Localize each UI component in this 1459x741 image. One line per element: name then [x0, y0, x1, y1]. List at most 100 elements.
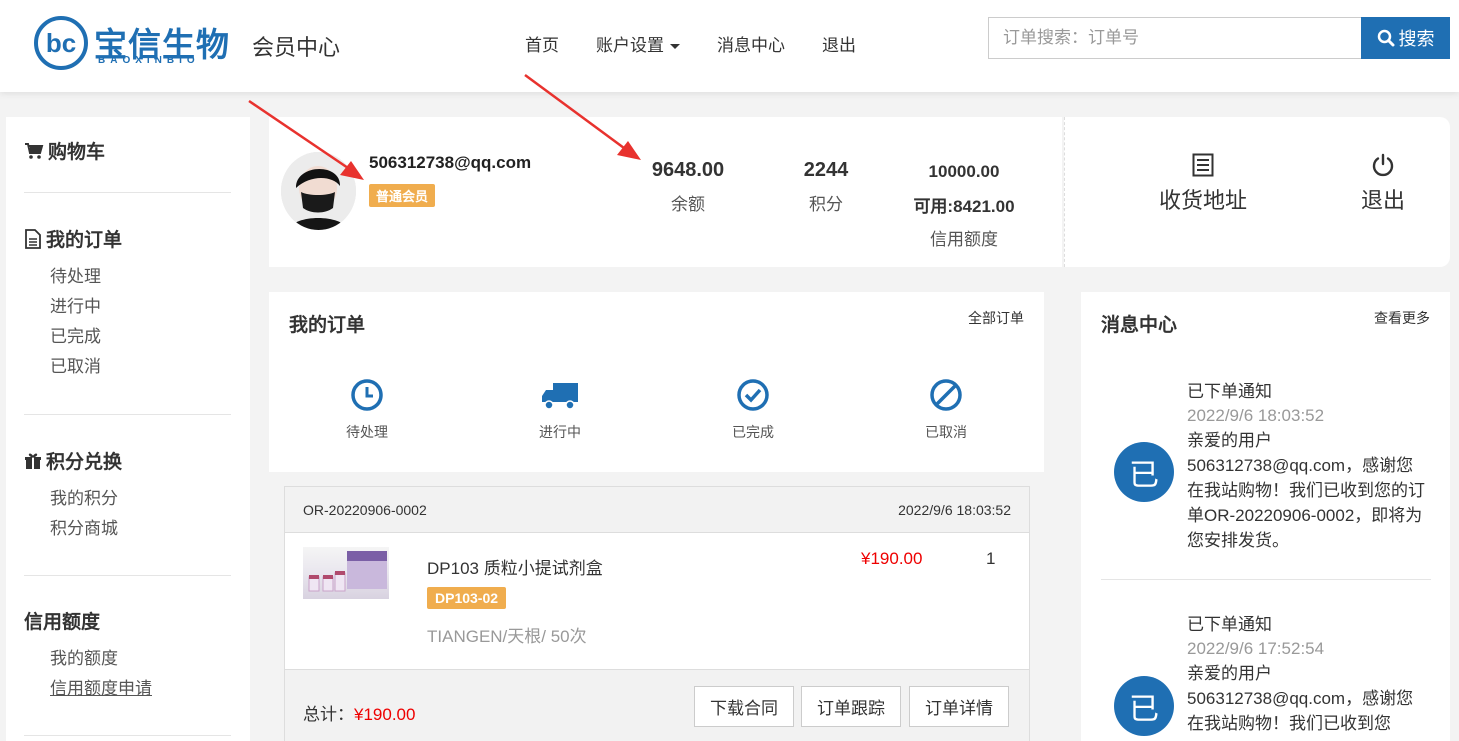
- search-icon: [1377, 29, 1394, 47]
- order-total-label: 总计：: [303, 705, 354, 724]
- cart-icon: [25, 142, 44, 159]
- nav-home[interactable]: 首页: [525, 31, 559, 56]
- sidebar-item-cancelled[interactable]: 已取消: [50, 352, 231, 382]
- message-time: 2022/9/6 17:52:54: [1187, 639, 1325, 658]
- nav-message-center[interactable]: 消息中心: [717, 31, 785, 56]
- sidebar-points: 积分兑换 我的积分 积分商城: [24, 447, 231, 544]
- profile-card: 506312738@qq.com 普通会员 9648.00 余额 2244 积分…: [269, 117, 1062, 267]
- orders-panel-title: 我的订单: [289, 315, 366, 336]
- divider: [24, 735, 231, 736]
- credit-label: 信用额度: [930, 230, 998, 249]
- order-card: OR-20220906-0002 2022/9/6 18:03:52 DP103…: [284, 486, 1030, 741]
- product-quantity: 1: [986, 549, 996, 568]
- status-pending-label: 待处理: [346, 424, 388, 440]
- logo-icon: bc: [34, 16, 88, 70]
- product-name[interactable]: DP103 质粒小提试剂盒: [427, 554, 603, 579]
- credit-stat[interactable]: 10000.00 可用:8421.00 信用额度: [897, 162, 1031, 250]
- svg-text:bc: bc: [46, 28, 76, 58]
- order-number[interactable]: OR-20220906-0002: [303, 502, 427, 518]
- divider: [24, 575, 231, 576]
- sidebar: 购物车 我的订单 待处理 进行中 已完成 已取消 积分兑换 我的积分 积分商城 …: [6, 117, 250, 741]
- sidebar-item-credit-apply[interactable]: 信用额度申请: [50, 674, 231, 704]
- check-circle-icon: [737, 379, 769, 411]
- document-icon: [25, 228, 41, 249]
- sidebar-cart-label: 购物车: [48, 142, 106, 163]
- product-price: ¥190.00: [861, 549, 923, 568]
- message-center-panel: 消息中心 查看更多 已 已下单通知 2022/9/6 18:03:52 亲爱的用…: [1081, 292, 1450, 741]
- message-title: 已下单通知: [1187, 382, 1272, 401]
- sidebar-orders-title: 我的订单: [46, 230, 123, 251]
- balance-value: 9648.00: [651, 159, 725, 181]
- user-email: 506312738@qq.com: [369, 153, 532, 172]
- sidebar-cart[interactable]: 购物车: [24, 137, 231, 164]
- balance-stat[interactable]: 9648.00 余额: [635, 159, 741, 215]
- track-order-button[interactable]: 订单跟踪: [801, 686, 901, 727]
- sidebar-item-my-credit[interactable]: 我的额度: [50, 644, 231, 674]
- status-completed-label: 已完成: [732, 424, 774, 440]
- clock-icon: [351, 379, 383, 411]
- status-in-progress[interactable]: 进行中: [510, 378, 610, 442]
- status-completed[interactable]: 已完成: [703, 378, 803, 442]
- status-in-progress-label: 进行中: [539, 424, 581, 440]
- sku-badge: DP103-02: [427, 587, 507, 609]
- search-button[interactable]: 搜索: [1361, 17, 1450, 59]
- product-image[interactable]: [303, 547, 389, 599]
- points-stat[interactable]: 2244 积分: [781, 159, 871, 215]
- download-contract-button[interactable]: 下载合同: [694, 686, 794, 727]
- message-avatar: 已: [1114, 442, 1174, 502]
- logo-subtext: BAOXINBIO: [98, 55, 200, 66]
- quick-logout-link[interactable]: 退出: [1361, 153, 1405, 215]
- divider: [24, 192, 231, 193]
- address-link[interactable]: 收货地址: [1159, 153, 1247, 215]
- credit-available: 可用:8421.00: [913, 197, 1015, 216]
- sidebar-points-title: 积分兑换: [46, 452, 123, 473]
- message-center-title: 消息中心: [1101, 315, 1178, 336]
- sidebar-item-points-mall[interactable]: 积分商城: [50, 514, 231, 544]
- divider: [1101, 579, 1431, 580]
- page-title: 会员中心: [252, 35, 341, 60]
- status-cancelled[interactable]: 已取消: [896, 378, 996, 442]
- search-button-label: 搜索: [1398, 29, 1435, 49]
- status-pending[interactable]: 待处理: [317, 378, 417, 442]
- message-time: 2022/9/6 18:03:52: [1187, 406, 1325, 425]
- order-detail-button[interactable]: 订单详情: [909, 686, 1009, 727]
- order-search-input[interactable]: [988, 17, 1362, 59]
- product-photo: [308, 551, 387, 592]
- header: bc 宝信生物 BAOXINBIO 会员中心 首页 账户设置 消息中心 退出 搜…: [0, 0, 1459, 92]
- orders-panel: 我的订单 全部订单 待处理 进行中 已完成 已取消: [269, 292, 1044, 472]
- nav-logout[interactable]: 退出: [822, 31, 856, 56]
- message-body: 亲爱的用户506312738@qq.com，感谢您在我站购物！我们已收到您的订单…: [1187, 431, 1425, 550]
- sidebar-item-my-points[interactable]: 我的积分: [50, 484, 231, 514]
- message-body: 亲爱的用户506312738@qq.com，感谢您在我站购物！我们已收到您: [1187, 664, 1414, 733]
- product-brand: TIANGEN/天根/ 50次: [427, 627, 587, 646]
- address-link-label: 收货地址: [1159, 188, 1248, 213]
- top-nav: 首页 账户设置 消息中心 退出: [525, 31, 893, 56]
- avatar-image: [281, 152, 356, 230]
- order-footer: 总计：¥190.00 下载合同 订单跟踪 订单详情: [285, 669, 1029, 741]
- order-time: 2022/9/6 18:03:52: [898, 502, 1011, 518]
- credit-total: 10000.00: [928, 162, 1000, 181]
- gift-icon: [25, 453, 41, 469]
- quick-links-card: 收货地址 退出: [1064, 117, 1450, 267]
- nav-account-settings[interactable]: 账户设置: [596, 31, 680, 56]
- points-value: 2244: [803, 159, 849, 181]
- sidebar-item-in-progress[interactable]: 进行中: [50, 292, 231, 322]
- view-more-link[interactable]: 查看更多: [1374, 308, 1430, 328]
- order-total: 总计：¥190.00: [303, 700, 415, 725]
- avatar: [281, 152, 356, 230]
- sidebar-item-pending[interactable]: 待处理: [50, 262, 231, 292]
- sidebar-credit-title: 信用额度: [24, 612, 101, 633]
- order-total-value: ¥190.00: [354, 705, 416, 724]
- sidebar-item-completed[interactable]: 已完成: [50, 322, 231, 352]
- divider: [24, 414, 231, 415]
- order-header: OR-20220906-0002 2022/9/6 18:03:52: [285, 487, 1029, 533]
- message-title: 已下单通知: [1187, 615, 1272, 634]
- points-label: 积分: [809, 195, 843, 214]
- all-orders-link[interactable]: 全部订单: [968, 308, 1024, 328]
- nav-account-settings-label: 账户设置: [596, 36, 664, 55]
- member-level-badge: 普通会员: [369, 184, 436, 207]
- logo[interactable]: bc 宝信生物 BAOXINBIO: [32, 14, 232, 74]
- sidebar-orders: 我的订单 待处理 进行中 已完成 已取消: [24, 225, 231, 382]
- status-cancelled-label: 已取消: [925, 424, 967, 440]
- power-icon: [1372, 153, 1394, 177]
